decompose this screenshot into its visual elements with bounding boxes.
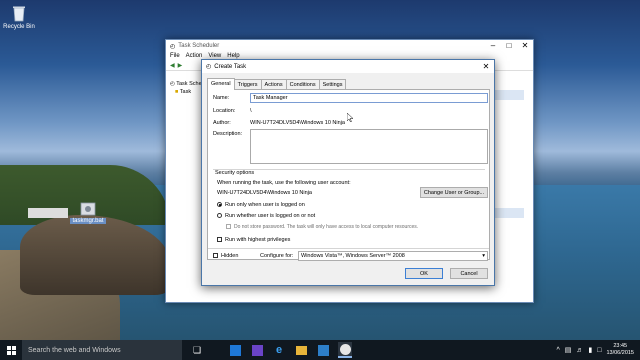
close-button[interactable]: ✕ <box>517 40 533 52</box>
battery-icon[interactable]: ▮ <box>588 346 592 354</box>
tab-general[interactable]: General <box>207 78 235 90</box>
volume-icon[interactable]: ♬ <box>576 347 583 354</box>
edge-browser-icon: e <box>275 344 283 356</box>
highest-privileges-label: Run with highest privileges <box>225 237 291 243</box>
recycle-bin-label: Recycle Bin <box>3 24 35 30</box>
location-label: Location: <box>213 108 236 114</box>
configure-for-select[interactable]: Windows Vista™, Windows Server™ 2008 ▾ <box>298 251 488 261</box>
task-scheduler-taskbar-icon <box>339 343 351 355</box>
dialog-close-button[interactable]: ✕ <box>478 61 494 73</box>
run-account-text: When running the task, use the following… <box>217 180 351 186</box>
search-placeholder: Search the web and Windows <box>28 346 121 354</box>
mail-icon <box>229 344 241 356</box>
footer-divider <box>208 248 489 249</box>
create-task-titlebar[interactable]: ◴ Create Task ✕ <box>202 60 494 73</box>
taskbar-app-tool[interactable] <box>316 343 330 357</box>
windows-logo-icon <box>6 345 16 355</box>
file-explorer-icon <box>295 345 307 355</box>
search-box[interactable]: Search the web and Windows <box>22 340 182 360</box>
mouse-cursor-icon <box>347 113 353 122</box>
configure-for-label: Configure for: <box>260 253 294 259</box>
highest-privileges-checkbox[interactable] <box>217 237 222 242</box>
taskbar-app-mail[interactable] <box>228 343 242 357</box>
author-label: Author: <box>213 120 231 126</box>
create-task-icon: ◴ <box>206 64 212 70</box>
back-arrow-icon[interactable]: ◀ <box>170 62 175 69</box>
notifications-icon[interactable]: □ <box>597 347 601 354</box>
taskbar-app-explorer[interactable] <box>294 343 308 357</box>
create-task-dialog[interactable]: ◴ Create Task ✕ General Triggers Actions… <box>201 59 495 286</box>
maximize-button[interactable]: □ <box>501 40 517 52</box>
task-scheduler-icon: ◴ <box>170 43 176 50</box>
tool-app-icon <box>317 344 329 356</box>
tree-item-library[interactable]: ■ Task <box>170 88 202 96</box>
clock[interactable]: 23:45 13/06/2015 <box>606 343 634 357</box>
menu-file[interactable]: File <box>170 53 180 59</box>
no-store-password-label: Do not store password. The task will onl… <box>234 224 419 230</box>
recycle-bin-icon <box>13 6 25 22</box>
create-task-title: Create Task <box>214 63 247 70</box>
hidden-label: Hidden <box>221 253 239 259</box>
location-value: \ <box>250 108 252 114</box>
task-scheduler-title: Task Scheduler <box>178 43 220 49</box>
description-label: Description: <box>213 131 243 137</box>
tree-item-root[interactable]: ◴ Task Sche <box>170 80 202 88</box>
taskbar: Search the web and Windows ❏ e ^ ▤ ♬ ▮ □… <box>0 340 640 360</box>
settings-app-icon <box>251 344 263 356</box>
account-value: WIN-U7T24DLV5D4\Windows 10 Ninja <box>217 190 312 196</box>
wallpaper-village <box>28 208 68 218</box>
hidden-checkbox[interactable] <box>213 253 218 258</box>
system-tray: ^ ▤ ♬ ▮ □ 23:45 13/06/2015 <box>556 343 634 357</box>
taskbar-app-edge[interactable]: e <box>272 343 286 357</box>
task-scheduler-titlebar[interactable]: ◴ Task Scheduler – □ ✕ <box>166 40 533 52</box>
menu-action[interactable]: Action <box>186 53 203 59</box>
taskbar-app-task-scheduler[interactable] <box>338 342 352 358</box>
task-view-button[interactable]: ❏ <box>190 343 204 357</box>
author-value: WIN-U7T24DLV5D4\Windows 10 Ninja <box>250 120 345 126</box>
radio-logged-on[interactable] <box>217 202 222 207</box>
configure-for-value: Windows Vista™, Windows Server™ 2008 <box>301 253 405 259</box>
chevron-up-icon[interactable]: ^ <box>556 347 559 354</box>
clock-date: 13/06/2015 <box>606 350 634 356</box>
folder-icon: ■ <box>175 89 179 95</box>
start-button[interactable] <box>4 343 18 357</box>
clock-icon: ◴ <box>170 81 175 87</box>
taskbar-app-settings[interactable] <box>250 343 264 357</box>
batch-file-label: taskmgr.bat <box>70 218 106 224</box>
gear-file-icon <box>80 202 96 216</box>
recycle-bin-desktop-icon[interactable]: Recycle Bin <box>2 4 36 30</box>
network-icon[interactable]: ▤ <box>565 346 572 354</box>
no-store-password-checkbox[interactable] <box>226 224 231 229</box>
forward-arrow-icon[interactable]: ▶ <box>178 62 183 69</box>
radio-logged-on-label: Run only when user is logged on <box>225 202 305 208</box>
minimize-button[interactable]: – <box>485 40 501 52</box>
ok-button[interactable]: OK <box>405 268 443 279</box>
name-label: Name: <box>213 95 230 101</box>
cancel-button[interactable]: Cancel <box>450 268 488 279</box>
name-input[interactable]: Task Manager <box>250 93 488 103</box>
radio-whether-label: Run whether user is logged on or not <box>225 213 316 219</box>
batch-file-desktop-icon[interactable]: taskmgr.bat <box>70 202 106 224</box>
task-scheduler-tree: ◴ Task Sche ■ Task <box>170 80 202 96</box>
change-user-button[interactable]: Change User or Group... <box>420 187 488 198</box>
security-options-header: Security options <box>215 170 255 176</box>
radio-whether-logged-on[interactable] <box>217 213 222 218</box>
chevron-down-icon: ▾ <box>482 253 485 259</box>
clock-time: 23:45 <box>613 343 628 349</box>
description-textarea[interactable] <box>250 129 488 164</box>
task-view-icon: ❏ <box>192 344 202 355</box>
